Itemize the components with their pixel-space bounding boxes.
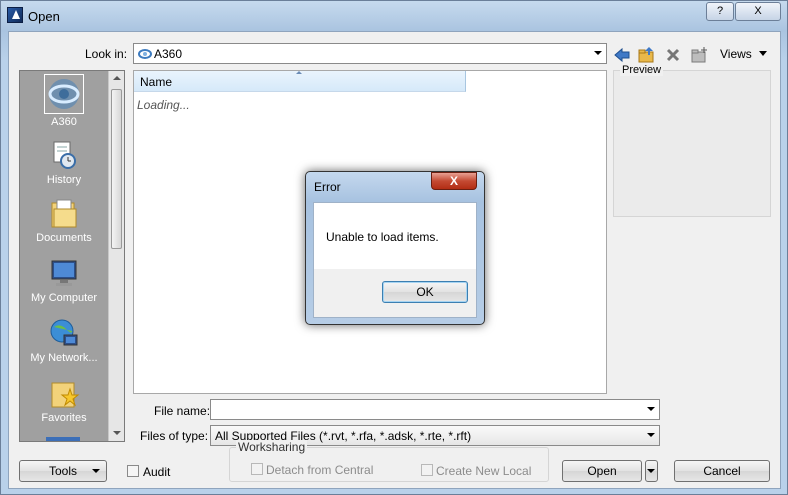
column-header-name[interactable]: Name — [134, 71, 466, 92]
place-history[interactable]: History — [20, 139, 108, 186]
place-label: History — [46, 174, 82, 186]
more-places-icon — [46, 437, 80, 441]
chevron-down-icon[interactable] — [594, 51, 602, 55]
a360-small-icon — [138, 49, 152, 59]
places-bar: A360 History Documents My Computer My Ne… — [19, 70, 125, 442]
favorites-folder-icon — [48, 377, 80, 409]
chevron-down-icon[interactable] — [647, 407, 655, 411]
delete-icon[interactable] — [664, 46, 682, 64]
audit-checkbox[interactable] — [127, 465, 139, 477]
file-name-input[interactable] — [210, 399, 660, 420]
places-scrollbar[interactable] — [108, 71, 124, 441]
preview-pane: Preview — [613, 64, 771, 217]
open-dialog: Open ? X Look in: A360 Views A360 Histor… — [0, 0, 788, 495]
place-label: A360 — [51, 116, 77, 128]
place-a360[interactable]: A360 — [20, 74, 108, 128]
my-computer-icon — [48, 257, 80, 289]
documents-folder-icon — [48, 197, 80, 229]
revit-app-icon — [7, 7, 23, 23]
place-my-computer[interactable]: My Computer — [20, 257, 108, 304]
place-label: My Network... — [30, 352, 98, 364]
error-message: Unable to load items. — [326, 230, 439, 244]
cancel-button[interactable]: Cancel — [674, 460, 770, 482]
tools-button[interactable]: Tools — [19, 460, 107, 482]
tools-button-label: Tools — [48, 464, 77, 478]
scroll-thumb[interactable] — [111, 89, 122, 249]
a360-icon — [44, 74, 84, 114]
error-dialog-title: Error — [314, 180, 341, 194]
place-label: Documents — [36, 232, 92, 244]
views-chevron-down-icon[interactable] — [759, 51, 767, 56]
scroll-down-icon[interactable] — [113, 431, 121, 435]
new-folder-icon[interactable] — [690, 46, 708, 64]
detach-from-central-label: Detach from Central — [266, 463, 374, 477]
error-dialog-body: Unable to load items. OK — [313, 202, 477, 318]
look-in-combo[interactable]: A360 — [133, 43, 607, 64]
place-label: Favorites — [41, 412, 87, 424]
place-favorites[interactable]: Favorites — [20, 377, 108, 424]
place-label: My Computer — [30, 292, 98, 304]
my-network-icon — [48, 317, 80, 349]
preview-title: Preview — [620, 64, 664, 76]
files-of-type-label: Files of type: — [140, 429, 209, 443]
create-new-local-checkbox[interactable] — [421, 464, 433, 476]
open-button[interactable]: Open — [562, 460, 642, 482]
error-message-area: Unable to load items. — [314, 203, 476, 269]
title-bar[interactable]: Open ? X — [1, 1, 787, 31]
back-arrow-icon[interactable] — [613, 46, 631, 64]
error-dialog: Error X Unable to load items. OK — [305, 171, 485, 325]
file-name-label: File name: — [154, 404, 211, 418]
views-menu[interactable]: Views — [720, 47, 752, 61]
scroll-up-icon[interactable] — [113, 76, 121, 80]
audit-label: Audit — [143, 465, 171, 479]
worksharing-title: Worksharing — [236, 440, 308, 454]
window-title: Open — [28, 9, 60, 24]
chevron-down-icon — [92, 469, 100, 473]
look-in-value: A360 — [154, 47, 183, 61]
place-documents[interactable]: Documents — [20, 197, 108, 244]
worksharing-group: Worksharing Detach from Central Create N… — [229, 440, 549, 482]
ok-button[interactable]: OK — [382, 281, 468, 303]
chevron-down-icon — [647, 469, 655, 473]
close-button[interactable]: X — [735, 2, 781, 21]
detach-from-central-checkbox[interactable] — [251, 463, 263, 475]
loading-text: Loading... — [137, 98, 190, 112]
place-my-network[interactable]: My Network... — [20, 317, 108, 364]
up-folder-icon[interactable] — [637, 46, 655, 64]
help-button[interactable]: ? — [706, 2, 734, 21]
look-in-label: Look in: — [85, 47, 128, 61]
create-new-local-label: Create New Local — [436, 464, 532, 478]
chevron-down-icon[interactable] — [647, 433, 655, 437]
error-close-button[interactable]: X — [431, 172, 477, 190]
sort-ascending-icon — [296, 71, 302, 74]
history-icon — [48, 139, 80, 171]
column-header-label: Name — [140, 75, 173, 89]
open-options-button[interactable] — [645, 460, 658, 482]
